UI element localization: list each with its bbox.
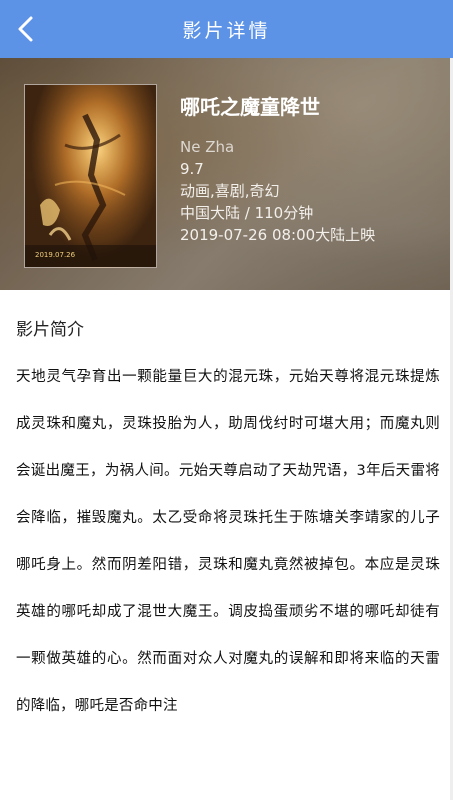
synopsis-text: 天地灵气孕育出一颗能量巨大的混元珠，元始天尊将混元珠提炼成灵珠和魔丸，灵珠投胎为… <box>16 369 440 714</box>
movie-score: 9.7 <box>180 160 204 178</box>
synopsis-section: 影片简介 天地灵气孕育出一颗能量巨大的混元珠，元始天尊将混元珠提炼成灵珠和魔丸，… <box>16 290 440 730</box>
top-bar: 影片详情 <box>0 0 453 58</box>
poster-artwork <box>25 85 156 267</box>
movie-title: 哪吒之魔童降世 <box>180 95 320 119</box>
page-title: 影片详情 <box>182 19 271 42</box>
chevron-left-icon <box>18 16 33 42</box>
movie-english-title: Ne Zha <box>180 138 235 156</box>
back-button[interactable] <box>6 9 46 49</box>
synopsis-heading: 影片简介 <box>16 320 84 340</box>
movie-info: 哪吒之魔童降世 Ne Zha 9.7 动画,喜剧,奇幻 中国大陆 / 110分钟… <box>180 94 375 246</box>
poster-release-date: 2019.07.26 <box>35 251 76 259</box>
movie-hero: 2019.07.26 哪吒之魔童降世 Ne Zha 9.7 动画,喜剧,奇幻 中… <box>0 58 453 290</box>
movie-region-duration: 中国大陆 / 110分钟 <box>180 204 314 222</box>
movie-genres: 动画,喜剧,奇幻 <box>180 182 280 200</box>
movie-detail-page: 影片详情 2019.07.26 哪吒之魔童降世 Ne Zha 9.7 动画,喜剧… <box>0 0 453 800</box>
movie-release-date: 2019-07-26 08:00大陆上映 <box>180 226 376 244</box>
movie-poster[interactable]: 2019.07.26 <box>24 84 157 268</box>
